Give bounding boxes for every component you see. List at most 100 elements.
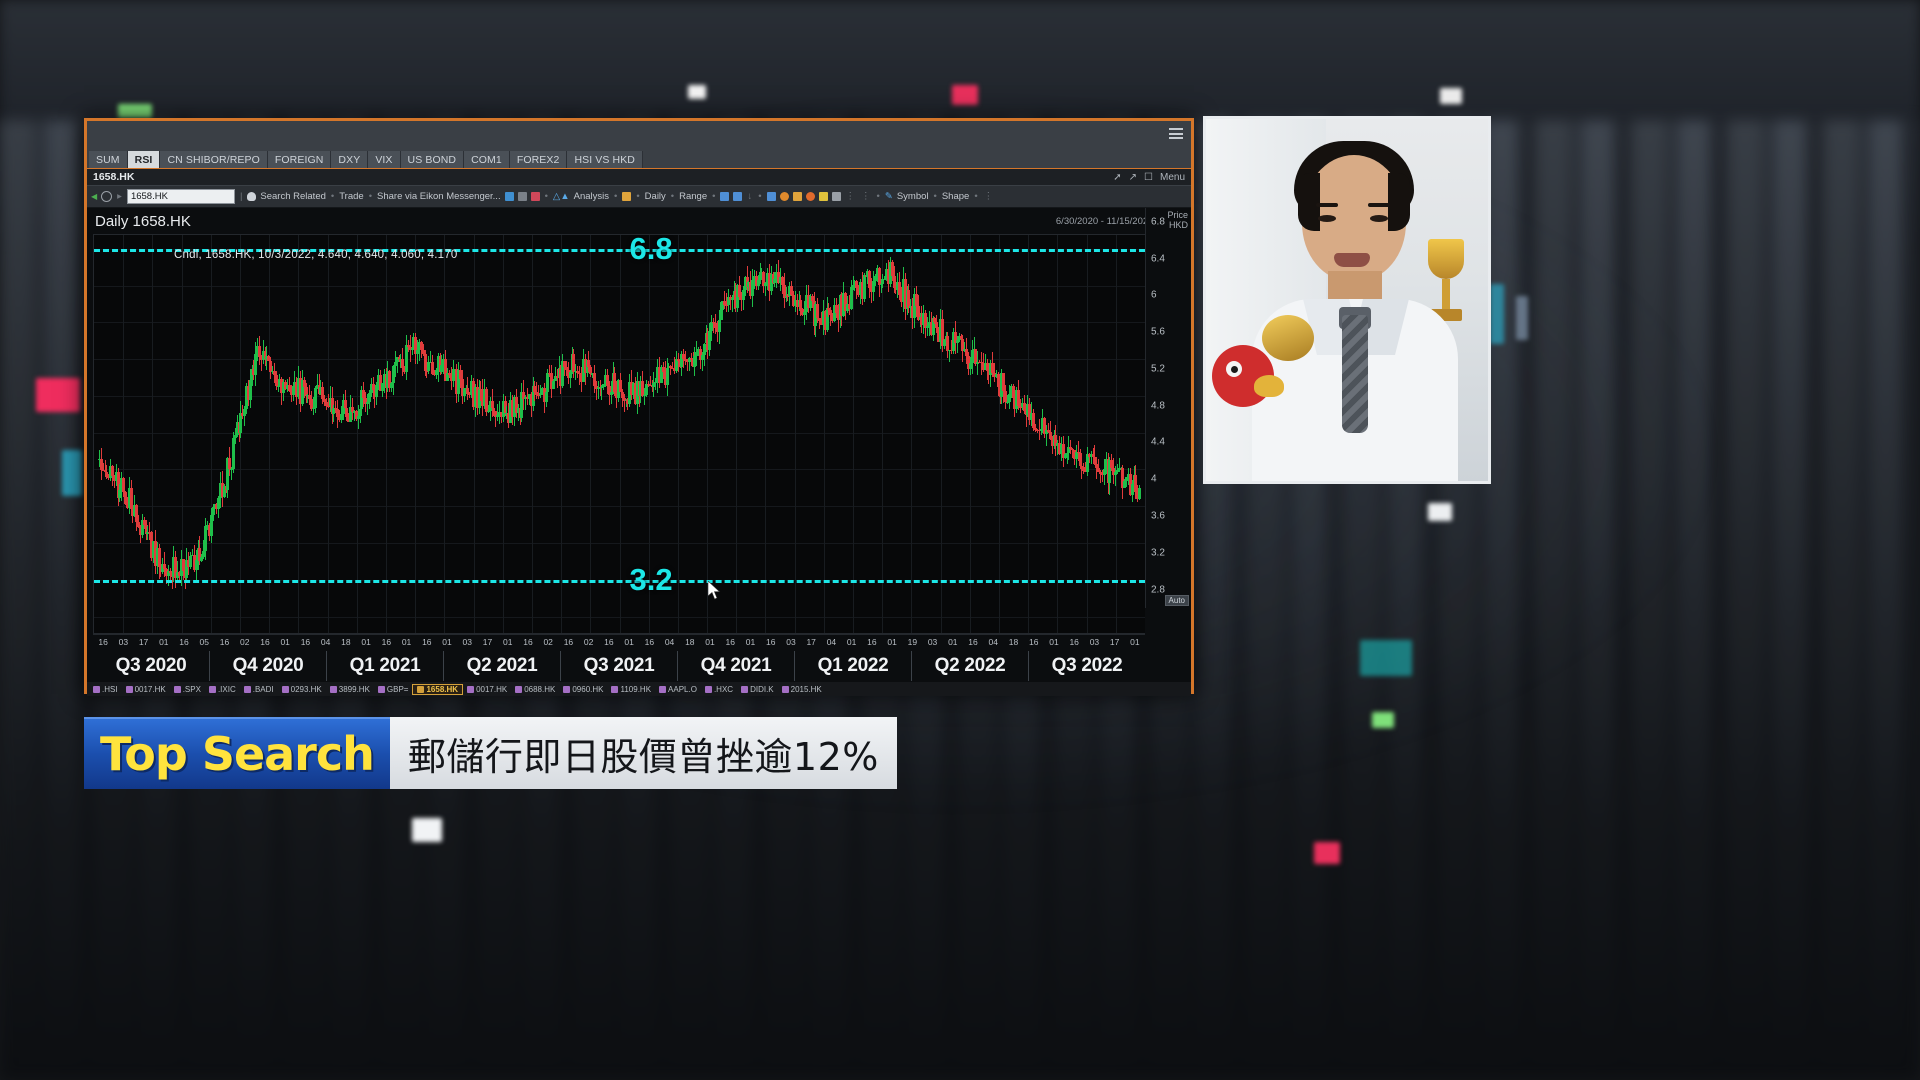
tab-cn-shibor-repo[interactable]: CN SHIBOR/REPO — [160, 151, 268, 168]
fib-icon[interactable] — [805, 192, 815, 201]
ticker-item[interactable]: GBP= — [374, 685, 413, 694]
indicator-icon[interactable] — [622, 192, 632, 201]
ticker-label: 2015.HK — [790, 684, 822, 694]
background-light-white2 — [1440, 88, 1462, 104]
analysis-icon[interactable]: △▲ — [553, 191, 570, 202]
watchlist-ticker-bar[interactable]: .HSI 0017.HK .SPX .IXIC .BADI 0293.HK 3899.HK G… — [87, 682, 1191, 696]
redo-icon[interactable] — [517, 192, 527, 201]
price-tick-label: 3.6 — [1151, 510, 1165, 522]
x-minor-tick: 16 — [968, 637, 978, 647]
ticker-color-chip — [243, 685, 251, 693]
x-minor-tick: 02 — [239, 637, 250, 647]
tab-rsi[interactable]: RSI — [127, 151, 161, 168]
search-related-button[interactable]: Search Related — [260, 191, 325, 202]
x-minor-tick: 16 — [867, 637, 877, 647]
ticker-item[interactable]: AAPL.O — [655, 685, 701, 694]
tab-forex2[interactable]: FOREX2 — [509, 151, 568, 168]
tab-sum[interactable]: SUM — [89, 151, 128, 168]
ticker-color-chip — [659, 685, 667, 693]
nav-back-icon[interactable]: ◀ — [91, 192, 97, 201]
chart-toolbar: ◀ ▸ | Search Related • Trade • Share via… — [87, 186, 1191, 208]
gridline-vertical — [1028, 235, 1030, 633]
gridline-vertical — [385, 235, 387, 633]
ticker-item[interactable]: .IXIC — [205, 685, 240, 694]
snapshot-icon[interactable] — [831, 192, 841, 201]
ticker-item[interactable]: 0688.HK — [511, 685, 559, 694]
expand-icon[interactable]: ➚ — [1113, 172, 1121, 183]
search-icon[interactable] — [101, 191, 113, 202]
chart-type-bar-icon[interactable] — [733, 192, 743, 201]
support-resistance-label: 3.2 — [629, 561, 673, 597]
crosshair-icon[interactable] — [792, 192, 802, 201]
gridline-vertical — [823, 235, 825, 633]
auto-scale-button[interactable]: Auto — [1164, 595, 1189, 606]
x-minor-tick: 05 — [199, 637, 209, 647]
menu-icon[interactable] — [1169, 128, 1183, 139]
share-eikon-messenger-button[interactable]: Share via Eikon Messenger... — [377, 191, 501, 202]
ticker-item[interactable]: 0293.HK — [278, 685, 326, 694]
symbol-menu-button[interactable]: Symbol — [897, 191, 929, 202]
quarter-label: Q3 2021 — [560, 651, 677, 681]
x-minor-tick: 01 — [745, 637, 756, 647]
shape-menu-button[interactable]: Shape — [942, 191, 969, 202]
gridline-vertical — [619, 235, 621, 633]
measure-icon[interactable] — [818, 192, 828, 201]
x-minor-tick: 16 — [300, 637, 311, 647]
ticker-color-chip — [781, 685, 789, 693]
ticker-item[interactable]: 0017.HK — [463, 685, 511, 694]
price-tick-label: 5.6 — [1151, 326, 1165, 338]
ticker-item[interactable]: 0960.HK — [559, 685, 607, 694]
tab-foreign[interactable]: FOREIGN — [267, 151, 332, 168]
tab-us-bond[interactable]: US BOND — [400, 151, 465, 168]
layout-icon[interactable] — [766, 192, 776, 201]
candle-body — [816, 303, 820, 319]
menu-label[interactable]: Menu — [1160, 172, 1185, 183]
range-button[interactable]: Range — [679, 191, 707, 202]
symbol-input[interactable] — [126, 189, 235, 204]
person-brow-left — [1316, 203, 1338, 207]
sep8: ↓ — [747, 191, 753, 202]
ticker-item[interactable]: .SPX — [170, 685, 205, 694]
support-resistance-line — [94, 579, 1145, 583]
x-minor-tick: 16 — [765, 637, 776, 647]
microphone-icon[interactable] — [247, 192, 257, 201]
ticker-label: 1658.HK — [426, 684, 459, 694]
ticker-item[interactable]: 1658.HK — [412, 683, 464, 695]
x-minor-tick: 03 — [1089, 637, 1100, 647]
gridline-vertical — [1086, 235, 1088, 633]
maximize-icon[interactable]: ☐ — [1144, 172, 1153, 183]
ticker-item[interactable]: .HXC — [701, 685, 737, 694]
compare-icon[interactable] — [779, 192, 789, 201]
ticker-item[interactable]: 3899.HK — [326, 685, 374, 694]
candlestick-plot[interactable]: Cndl, 1658.HK, 10/3/2022, 4.640, 4.640, … — [93, 234, 1145, 634]
ticker-item[interactable]: DIDI.K — [737, 685, 778, 694]
x-minor-tick: 16 — [381, 637, 392, 647]
undock-icon[interactable]: ↗ — [1129, 172, 1137, 183]
candle-body — [881, 279, 885, 284]
trade-button[interactable]: Trade — [339, 191, 363, 202]
ticker-item[interactable]: 0017.HK — [122, 685, 170, 694]
undo-icon[interactable] — [504, 192, 514, 201]
ticker-item[interactable]: .HSI — [89, 685, 122, 694]
price-axis[interactable]: Price HKD Auto 6.8 6.4 6 5.6 5.2 4.8 4.4 4 3.6 3.… — [1145, 208, 1191, 608]
ticker-label: DIDI.K — [750, 684, 774, 694]
ticker-item[interactable]: 1109.HK — [607, 685, 655, 694]
tab-com1[interactable]: COM1 — [464, 151, 510, 168]
ticker-color-chip — [417, 685, 425, 693]
x-minor-tick: 02 — [583, 637, 594, 647]
tab-dxy[interactable]: DXY — [331, 151, 369, 168]
ticker-item[interactable]: .BADI — [240, 685, 278, 694]
alert-icon[interactable] — [530, 192, 540, 201]
quarter-label: Q3 2020 — [115, 655, 187, 676]
eikon-terminal-window: SUM RSI CN SHIBOR/REPO FOREIGN DXY VIX US BOND… — [84, 118, 1194, 696]
x-minor-tick: 01 — [624, 637, 634, 647]
candle-body — [552, 381, 555, 389]
analysis-button[interactable]: Analysis — [574, 191, 609, 202]
chart-type-candle-icon[interactable] — [720, 192, 730, 201]
tab-hsi-vs-hkd[interactable]: HSI VS HKD — [567, 151, 643, 168]
draw-icon[interactable]: ✎ — [885, 191, 893, 202]
x-minor-tick: 16 — [98, 637, 108, 647]
tab-vix[interactable]: VIX — [368, 151, 401, 168]
interval-daily-button[interactable]: Daily — [645, 191, 666, 202]
ticker-item[interactable]: 2015.HK — [778, 685, 826, 694]
